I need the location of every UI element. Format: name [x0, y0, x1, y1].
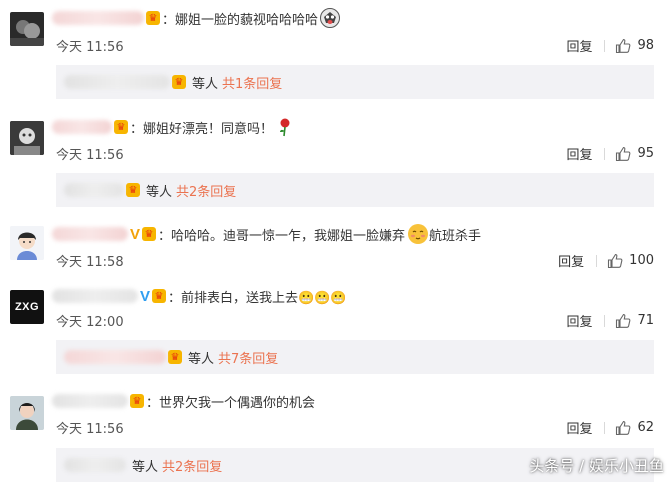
comment-text: ：娜姐一脸的藐视哈哈哈哈 — [162, 12, 319, 28]
like-count: 100 — [629, 253, 654, 268]
thumbs-up-icon[interactable] — [607, 253, 623, 269]
thumbs-up-icon[interactable] — [615, 420, 631, 436]
reply-count-link[interactable]: 共1条回复 — [222, 73, 282, 92]
reply-button[interactable]: 回复 — [566, 144, 592, 163]
user-avatar[interactable] — [10, 12, 44, 46]
member-crown-icon: ♛ — [114, 120, 128, 134]
replier-suffix: 等人 — [146, 184, 173, 200]
like-count: 95 — [637, 146, 654, 161]
member-crown-icon: ♛ — [142, 227, 157, 241]
username-blurred[interactable] — [52, 120, 112, 134]
replier-name-blurred — [64, 75, 170, 89]
thumbs-up-icon[interactable] — [615, 146, 631, 162]
verified-v-icon: V — [140, 287, 151, 305]
reply-count-link[interactable]: 共2条回复 — [176, 181, 236, 200]
replier-suffix: 等人 — [132, 459, 159, 475]
reply-summary[interactable]: ♛ 等人 共2条回复 — [56, 173, 654, 207]
comment-text-tail: 航班杀手 — [429, 228, 482, 244]
member-crown-icon: ♛ — [168, 350, 182, 364]
user-avatar[interactable] — [10, 396, 44, 430]
comment-time: 今天 12:00 — [56, 315, 124, 330]
username-blurred[interactable] — [52, 289, 138, 303]
comment-text: ：娜姐好漂亮！同意吗！ — [130, 121, 274, 137]
comment-text: ：哈哈哈。迪哥一惊一乍，我娜姐一脸嫌弃 — [158, 228, 406, 244]
divider — [596, 254, 598, 267]
thumbs-up-icon[interactable] — [615, 313, 631, 329]
user-avatar[interactable] — [10, 226, 44, 260]
user-avatar[interactable] — [10, 121, 44, 155]
comment-time: 今天 11:56 — [56, 148, 124, 163]
divider — [604, 147, 606, 160]
comment-time: 今天 11:58 — [56, 255, 124, 270]
replier-name-blurred — [64, 183, 124, 197]
thumbs-up-icon[interactable] — [615, 38, 631, 54]
reply-button[interactable]: 回复 — [558, 251, 584, 270]
like-count: 71 — [637, 313, 654, 328]
watermark: 头条号 / 娱乐小丑鱼 — [529, 457, 664, 475]
username-blurred[interactable] — [52, 227, 128, 241]
username-blurred[interactable] — [52, 11, 144, 25]
comment-text: ：前排表白，送我上去😬😬😬 — [168, 290, 347, 306]
verified-v-icon: V — [130, 225, 141, 243]
member-crown-icon: ♛ — [152, 289, 167, 303]
replier-name-blurred — [64, 458, 126, 472]
comment-text: ：世界欠我一个偶遇你的机会 — [146, 395, 316, 411]
member-crown-icon: ♛ — [172, 75, 186, 89]
divider — [604, 314, 606, 327]
member-crown-icon: ♛ — [146, 11, 160, 25]
member-crown-icon: ♛ — [130, 394, 144, 408]
replier-suffix: 等人 — [192, 76, 219, 92]
rose-emoji-icon — [275, 117, 295, 137]
comment-time: 今天 11:56 — [56, 422, 124, 437]
reply-button[interactable]: 回复 — [566, 418, 592, 437]
divider — [604, 39, 606, 52]
like-count: 62 — [637, 420, 654, 435]
user-avatar[interactable]: ZXG — [10, 290, 44, 324]
reply-summary[interactable]: ♛ 等人 共1条回复 — [56, 65, 654, 99]
replier-suffix: 等人 — [188, 351, 215, 367]
member-crown-icon: ♛ — [126, 183, 140, 197]
reply-count-link[interactable]: 共2条回复 — [162, 456, 222, 475]
reply-count-link[interactable]: 共7条回复 — [218, 348, 278, 367]
comment-time: 今天 11:56 — [56, 40, 124, 55]
username-blurred[interactable] — [52, 394, 128, 408]
reply-button[interactable]: 回复 — [566, 311, 592, 330]
reply-button[interactable]: 回复 — [566, 36, 592, 55]
avatar-text: ZXG — [14, 301, 40, 313]
replier-name-blurred — [64, 350, 166, 364]
husky-emoji-icon — [320, 8, 341, 28]
reply-summary[interactable]: ♛ 等人 共7条回复 — [56, 340, 654, 374]
shy-face-emoji-icon — [407, 223, 429, 245]
divider — [604, 421, 606, 434]
like-count: 98 — [637, 38, 654, 53]
